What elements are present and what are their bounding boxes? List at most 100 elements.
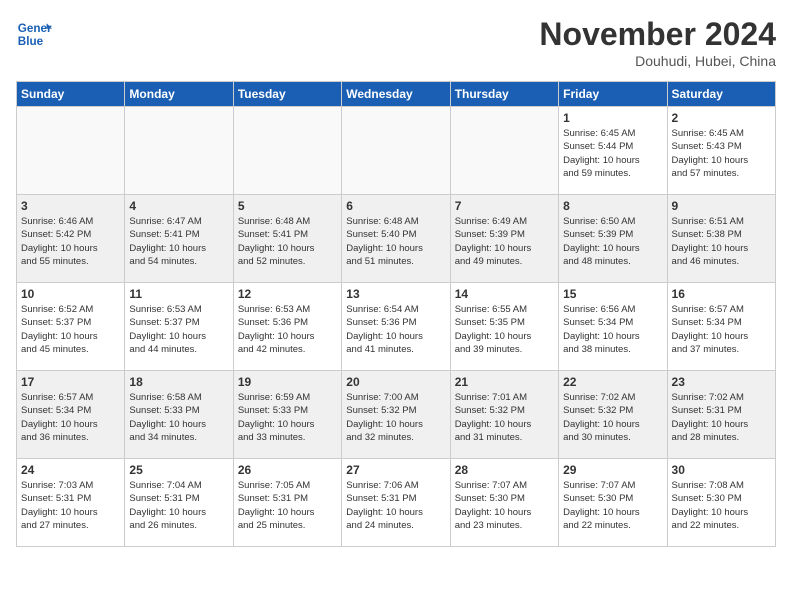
weekday-friday: Friday xyxy=(559,82,667,107)
day-number: 12 xyxy=(238,287,337,301)
day-number: 18 xyxy=(129,375,228,389)
logo-icon: General Blue xyxy=(16,16,52,52)
calendar-cell: 23 Sunrise: 7:02 AM Sunset: 5:31 PM Dayli… xyxy=(667,371,775,459)
day-number: 8 xyxy=(563,199,662,213)
day-info: Sunrise: 7:04 AM Sunset: 5:31 PM Dayligh… xyxy=(129,479,228,532)
calendar-cell: 26Sunrise: 7:05 AM Sunset: 5:31 PM Dayli… xyxy=(233,459,341,547)
calendar-table: SundayMondayTuesdayWednesdayThursdayFrid… xyxy=(16,81,776,547)
weekday-header-row: SundayMondayTuesdayWednesdayThursdayFrid… xyxy=(17,82,776,107)
day-info: Sunrise: 6:51 AM Sunset: 5:38 PM Dayligh… xyxy=(672,215,771,268)
day-info: Sunrise: 6:50 AM Sunset: 5:39 PM Dayligh… xyxy=(563,215,662,268)
calendar-cell: 13 Sunrise: 6:54 AM Sunset: 5:36 PM Dayli… xyxy=(342,283,450,371)
calendar-cell: 9 Sunrise: 6:51 AM Sunset: 5:38 PM Daylig… xyxy=(667,195,775,283)
day-info: Sunrise: 6:53 AM Sunset: 5:36 PM Dayligh… xyxy=(238,303,337,356)
weekday-tuesday: Tuesday xyxy=(233,82,341,107)
day-number: 5 xyxy=(238,199,337,213)
title-block: November 2024 Douhudi, Hubei, China xyxy=(539,16,776,69)
day-number: 30 xyxy=(672,463,771,477)
day-number: 1 xyxy=(563,111,662,125)
calendar-cell: 15 Sunrise: 6:56 AM Sunset: 5:34 PM Dayli… xyxy=(559,283,667,371)
day-info: Sunrise: 7:06 AM Sunset: 5:31 PM Dayligh… xyxy=(346,479,445,532)
day-number: 7 xyxy=(455,199,554,213)
day-info: Sunrise: 6:56 AM Sunset: 5:34 PM Dayligh… xyxy=(563,303,662,356)
day-info: Sunrise: 7:05 AM Sunset: 5:31 PM Dayligh… xyxy=(238,479,337,532)
calendar-cell: 14 Sunrise: 6:55 AM Sunset: 5:35 PM Dayli… xyxy=(450,283,558,371)
weekday-monday: Monday xyxy=(125,82,233,107)
day-info: Sunrise: 7:00 AM Sunset: 5:32 PM Dayligh… xyxy=(346,391,445,444)
calendar-cell: 27 Sunrise: 7:06 AM Sunset: 5:31 PM Dayli… xyxy=(342,459,450,547)
day-number: 13 xyxy=(346,287,445,301)
week-row-2: 3Sunrise: 6:46 AM Sunset: 5:42 PM Daylig… xyxy=(17,195,776,283)
calendar-cell: 21Sunrise: 7:01 AM Sunset: 5:32 PM Dayli… xyxy=(450,371,558,459)
day-info: Sunrise: 6:55 AM Sunset: 5:35 PM Dayligh… xyxy=(455,303,554,356)
calendar-cell xyxy=(125,107,233,195)
calendar-cell: 12 Sunrise: 6:53 AM Sunset: 5:36 PM Dayli… xyxy=(233,283,341,371)
day-info: Sunrise: 6:47 AM Sunset: 5:41 PM Dayligh… xyxy=(129,215,228,268)
day-number: 24 xyxy=(21,463,120,477)
calendar-cell: 25 Sunrise: 7:04 AM Sunset: 5:31 PM Dayli… xyxy=(125,459,233,547)
calendar-body: 1 Sunrise: 6:45 AM Sunset: 5:44 PM Daylig… xyxy=(17,107,776,547)
calendar-cell xyxy=(17,107,125,195)
day-info: Sunrise: 6:49 AM Sunset: 5:39 PM Dayligh… xyxy=(455,215,554,268)
day-info: Sunrise: 6:53 AM Sunset: 5:37 PM Dayligh… xyxy=(129,303,228,356)
calendar-cell: 20 Sunrise: 7:00 AM Sunset: 5:32 PM Dayli… xyxy=(342,371,450,459)
calendar-cell: 29 Sunrise: 7:07 AM Sunset: 5:30 PM Dayli… xyxy=(559,459,667,547)
week-row-4: 17 Sunrise: 6:57 AM Sunset: 5:34 PM Dayli… xyxy=(17,371,776,459)
weekday-saturday: Saturday xyxy=(667,82,775,107)
day-number: 9 xyxy=(672,199,771,213)
day-number: 23 xyxy=(672,375,771,389)
day-info: Sunrise: 6:58 AM Sunset: 5:33 PM Dayligh… xyxy=(129,391,228,444)
day-number: 11 xyxy=(129,287,228,301)
day-info: Sunrise: 6:48 AM Sunset: 5:41 PM Dayligh… xyxy=(238,215,337,268)
day-number: 4 xyxy=(129,199,228,213)
calendar-cell xyxy=(233,107,341,195)
calendar-cell: 24Sunrise: 7:03 AM Sunset: 5:31 PM Dayli… xyxy=(17,459,125,547)
page-header: General Blue November 2024 Douhudi, Hube… xyxy=(16,16,776,69)
day-number: 19 xyxy=(238,375,337,389)
day-number: 15 xyxy=(563,287,662,301)
week-row-3: 10Sunrise: 6:52 AM Sunset: 5:37 PM Dayli… xyxy=(17,283,776,371)
day-number: 17 xyxy=(21,375,120,389)
calendar-cell: 7 Sunrise: 6:49 AM Sunset: 5:39 PM Daylig… xyxy=(450,195,558,283)
logo: General Blue xyxy=(16,16,52,52)
week-row-1: 1 Sunrise: 6:45 AM Sunset: 5:44 PM Daylig… xyxy=(17,107,776,195)
calendar-cell: 19 Sunrise: 6:59 AM Sunset: 5:33 PM Dayli… xyxy=(233,371,341,459)
calendar-cell xyxy=(450,107,558,195)
day-info: Sunrise: 7:07 AM Sunset: 5:30 PM Dayligh… xyxy=(455,479,554,532)
day-info: Sunrise: 7:02 AM Sunset: 5:31 PM Dayligh… xyxy=(672,391,771,444)
calendar-cell: 30 Sunrise: 7:08 AM Sunset: 5:30 PM Dayli… xyxy=(667,459,775,547)
day-number: 29 xyxy=(563,463,662,477)
weekday-sunday: Sunday xyxy=(17,82,125,107)
day-number: 25 xyxy=(129,463,228,477)
calendar-cell: 5 Sunrise: 6:48 AM Sunset: 5:41 PM Daylig… xyxy=(233,195,341,283)
day-number: 20 xyxy=(346,375,445,389)
weekday-wednesday: Wednesday xyxy=(342,82,450,107)
day-number: 3 xyxy=(21,199,120,213)
day-info: Sunrise: 6:45 AM Sunset: 5:44 PM Dayligh… xyxy=(563,127,662,180)
calendar-cell: 11 Sunrise: 6:53 AM Sunset: 5:37 PM Dayli… xyxy=(125,283,233,371)
calendar-cell: 2Sunrise: 6:45 AM Sunset: 5:43 PM Daylig… xyxy=(667,107,775,195)
calendar-cell: 10Sunrise: 6:52 AM Sunset: 5:37 PM Dayli… xyxy=(17,283,125,371)
calendar-cell: 8 Sunrise: 6:50 AM Sunset: 5:39 PM Daylig… xyxy=(559,195,667,283)
calendar-cell: 6Sunrise: 6:48 AM Sunset: 5:40 PM Daylig… xyxy=(342,195,450,283)
calendar-cell: 17 Sunrise: 6:57 AM Sunset: 5:34 PM Dayli… xyxy=(17,371,125,459)
month-title: November 2024 xyxy=(539,16,776,53)
location: Douhudi, Hubei, China xyxy=(539,53,776,69)
calendar-cell: 1 Sunrise: 6:45 AM Sunset: 5:44 PM Daylig… xyxy=(559,107,667,195)
calendar-cell xyxy=(342,107,450,195)
calendar-cell: 3Sunrise: 6:46 AM Sunset: 5:42 PM Daylig… xyxy=(17,195,125,283)
week-row-5: 24Sunrise: 7:03 AM Sunset: 5:31 PM Dayli… xyxy=(17,459,776,547)
day-info: Sunrise: 6:45 AM Sunset: 5:43 PM Dayligh… xyxy=(672,127,771,180)
day-info: Sunrise: 6:48 AM Sunset: 5:40 PM Dayligh… xyxy=(346,215,445,268)
day-number: 14 xyxy=(455,287,554,301)
day-number: 27 xyxy=(346,463,445,477)
weekday-thursday: Thursday xyxy=(450,82,558,107)
day-info: Sunrise: 7:07 AM Sunset: 5:30 PM Dayligh… xyxy=(563,479,662,532)
day-info: Sunrise: 6:59 AM Sunset: 5:33 PM Dayligh… xyxy=(238,391,337,444)
day-info: Sunrise: 6:57 AM Sunset: 5:34 PM Dayligh… xyxy=(21,391,120,444)
calendar-cell: 28 Sunrise: 7:07 AM Sunset: 5:30 PM Dayli… xyxy=(450,459,558,547)
day-info: Sunrise: 6:54 AM Sunset: 5:36 PM Dayligh… xyxy=(346,303,445,356)
day-info: Sunrise: 7:08 AM Sunset: 5:30 PM Dayligh… xyxy=(672,479,771,532)
calendar-cell: 4 Sunrise: 6:47 AM Sunset: 5:41 PM Daylig… xyxy=(125,195,233,283)
day-number: 28 xyxy=(455,463,554,477)
